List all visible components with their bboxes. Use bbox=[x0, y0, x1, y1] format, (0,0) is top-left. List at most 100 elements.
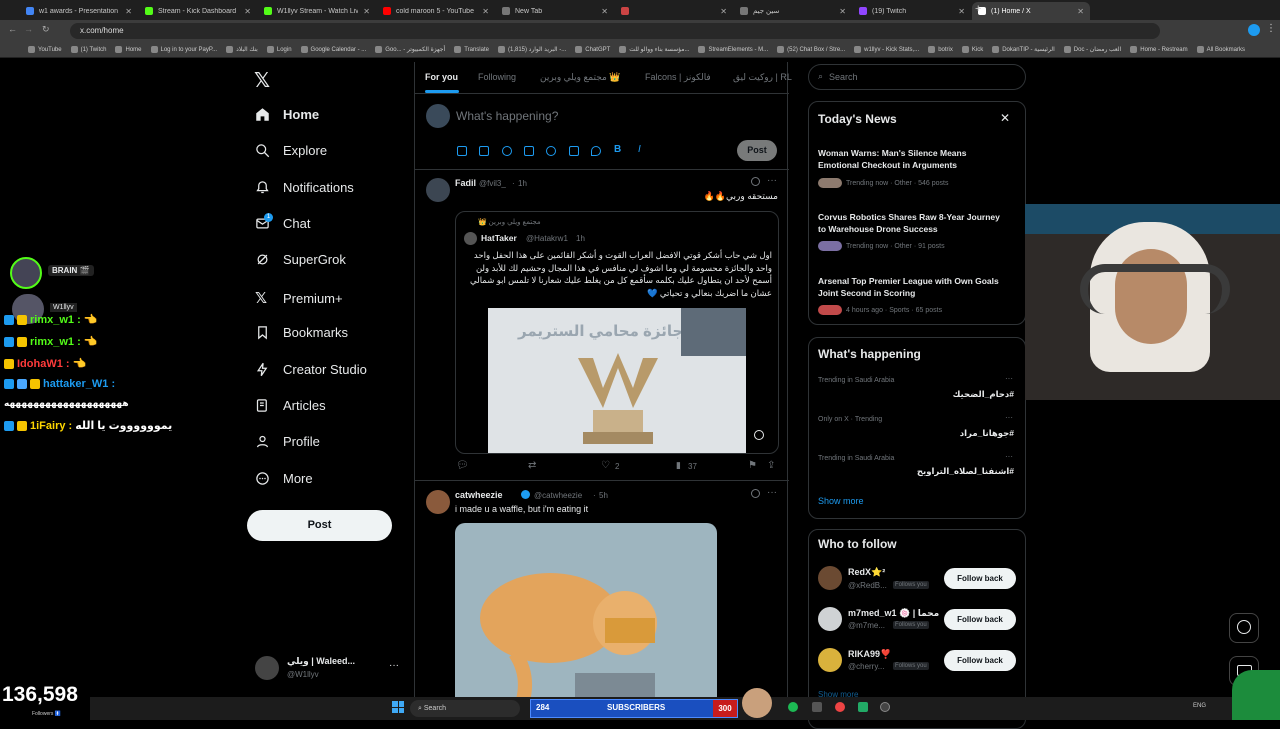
forward-icon[interactable]: → bbox=[24, 24, 33, 34]
browser-tab[interactable]: (19) Twitch ✕ bbox=[853, 2, 971, 20]
url-input[interactable]: x.com/home bbox=[70, 23, 1160, 39]
new-tab-icon[interactable]: + bbox=[975, 3, 981, 15]
close-tab-icon[interactable]: ✕ bbox=[363, 7, 370, 16]
tab-for-you[interactable]: For you bbox=[425, 72, 458, 82]
share-icon[interactable]: ⇪ bbox=[767, 460, 775, 471]
composer-post-button[interactable]: Post bbox=[737, 140, 777, 161]
bookmark-item[interactable]: Home bbox=[115, 46, 142, 53]
tweet-more-icon[interactable]: ··· bbox=[767, 487, 777, 498]
close-tab-icon[interactable]: ✕ bbox=[720, 7, 727, 16]
bookmark-item[interactable]: مؤسسة بناء ووالو للت... bbox=[619, 46, 689, 53]
trend-more-icon[interactable]: ··· bbox=[1005, 452, 1013, 461]
poll-icon[interactable] bbox=[524, 146, 534, 156]
bookmark-item[interactable]: Google Calendar - ... bbox=[300, 46, 366, 53]
bookmark-item[interactable]: Login bbox=[266, 46, 292, 53]
news-headline[interactable]: Corvus Robotics Shares Raw 8-Year Journe… bbox=[818, 211, 1008, 235]
bookmark-item[interactable]: Goo... - أجهزة الكمبيوتر bbox=[375, 46, 445, 53]
tweet-handle[interactable]: @catwheezie bbox=[534, 491, 582, 500]
browser-tab[interactable]: w1 awards - Presentation ✕ bbox=[20, 2, 138, 20]
trend-more-icon[interactable]: ··· bbox=[1005, 374, 1013, 383]
quote-image[interactable]: جائزة محامي الستريمر bbox=[488, 308, 746, 453]
spotify-icon[interactable] bbox=[788, 702, 798, 712]
nav-bookmarks[interactable]: Bookmarks bbox=[255, 325, 348, 340]
bold-icon[interactable]: B bbox=[614, 144, 621, 155]
follow-avatar[interactable] bbox=[818, 607, 842, 631]
bookmark-item[interactable]: Kick bbox=[961, 46, 983, 53]
follow-name[interactable]: RIKA99❣️ bbox=[848, 649, 891, 660]
close-tab-icon[interactable]: ✕ bbox=[958, 7, 965, 16]
close-tab-icon[interactable]: ✕ bbox=[125, 7, 132, 16]
nav-supergrok[interactable]: SuperGrok bbox=[255, 252, 346, 267]
bookmark-item[interactable]: DokanTIP - الرئيسية bbox=[992, 46, 1055, 53]
bookmark-item[interactable]: botrix bbox=[928, 46, 953, 53]
browser-tab[interactable]: سين جيم ✕ bbox=[734, 2, 852, 20]
tab-falcons[interactable]: Falcons | فالكونز bbox=[645, 72, 711, 83]
tweet-avatar[interactable] bbox=[426, 178, 450, 202]
bookmark-item[interactable]: YouTube bbox=[28, 46, 62, 53]
composer-input[interactable]: What's happening? bbox=[456, 109, 558, 123]
bookmark-item[interactable]: (1) Twitch bbox=[70, 46, 106, 53]
bookmark-item[interactable]: ChatGPT bbox=[575, 46, 610, 53]
trend-item[interactable]: #اشنفنا_لصلاه_التراويح bbox=[917, 466, 1014, 477]
like-icon[interactable]: ♡ bbox=[601, 460, 610, 471]
schedule-icon[interactable] bbox=[569, 146, 579, 156]
follow-name[interactable]: RedX⭐² bbox=[848, 567, 885, 578]
follow-back-button[interactable]: Follow back bbox=[944, 609, 1016, 630]
app-icon[interactable] bbox=[858, 702, 868, 712]
tweet-more-icon[interactable]: ··· bbox=[767, 175, 777, 186]
nav-articles[interactable]: Articles bbox=[255, 398, 326, 413]
browser-tab[interactable]: cold maroon 5 - YouTube ✕ bbox=[377, 2, 495, 20]
x-logo-icon[interactable]: 𝕏 bbox=[254, 68, 270, 93]
close-tab-icon[interactable]: ✕ bbox=[244, 7, 251, 16]
trend-item[interactable]: #دحام_الضحيك bbox=[953, 389, 1014, 400]
trend-more-icon[interactable]: ··· bbox=[1005, 413, 1013, 422]
app-icon[interactable] bbox=[880, 702, 890, 712]
reload-icon[interactable]: ↻ bbox=[42, 24, 50, 35]
italic-icon[interactable]: I bbox=[638, 144, 641, 155]
tweet-avatar[interactable] bbox=[426, 490, 450, 514]
bookmark-tweet-icon[interactable]: ⚑ bbox=[748, 460, 757, 471]
grok-tweet-icon[interactable] bbox=[751, 489, 760, 498]
close-tab-icon[interactable]: ✕ bbox=[482, 7, 489, 16]
browser-tab[interactable]: New Tab ✕ bbox=[496, 2, 614, 20]
browser-tab[interactable]: ✕ bbox=[615, 2, 733, 20]
reply-icon[interactable]: 💬︎ bbox=[456, 460, 469, 471]
account-more-icon[interactable]: ··· bbox=[389, 660, 399, 671]
nav-explore[interactable]: Explore bbox=[255, 143, 327, 158]
news-headline[interactable]: Woman Warns: Man's Silence Means Emotion… bbox=[818, 147, 1008, 171]
language-indicator[interactable]: ENG bbox=[1193, 703, 1206, 709]
tweet-author[interactable]: catwheezie bbox=[455, 490, 503, 500]
nav-more[interactable]: More bbox=[255, 471, 313, 486]
close-icon[interactable]: ✕ bbox=[1000, 111, 1010, 125]
search-box[interactable]: ⌕ Search bbox=[808, 64, 1026, 90]
search-input[interactable]: Search bbox=[829, 72, 858, 82]
close-tab-icon[interactable]: ✕ bbox=[1077, 7, 1084, 16]
follow-avatar[interactable] bbox=[818, 648, 842, 672]
news-headline[interactable]: Arsenal Top Premier League with Own Goal… bbox=[818, 275, 1008, 299]
bookmark-item[interactable]: Home - Restream bbox=[1130, 46, 1188, 53]
post-button[interactable]: Post bbox=[247, 510, 392, 541]
browser-tab[interactable]: (1) Home / X ✕ bbox=[972, 2, 1090, 20]
quote-author[interactable]: HatTaker bbox=[481, 233, 517, 243]
tweet-author[interactable]: Fadil bbox=[455, 178, 476, 188]
nav-creator-studio[interactable]: Creator Studio bbox=[255, 362, 367, 377]
tweet-handle[interactable]: @fvil3_ bbox=[479, 179, 506, 188]
grok-image-icon[interactable] bbox=[754, 430, 764, 440]
nav-premium[interactable]: 𝕏 Premium+ bbox=[255, 289, 343, 307]
bookmark-item[interactable]: Doc - العب رمضان bbox=[1063, 46, 1121, 53]
quote-tweet[interactable]: مجتمع ويلي وبرين 👑 HatTaker @Hatakrw1 1h… bbox=[455, 211, 779, 454]
grok-float-button[interactable] bbox=[1229, 613, 1259, 643]
bookmark-item[interactable]: Log in to your PayP... bbox=[150, 46, 217, 53]
tab-rocket-league[interactable]: روكيت ليق | RL bbox=[733, 72, 792, 83]
nav-profile[interactable]: Profile bbox=[255, 434, 320, 449]
tweet-time[interactable]: 5h bbox=[599, 491, 608, 500]
follow-back-button[interactable]: Follow back bbox=[944, 568, 1016, 589]
tweet-image[interactable] bbox=[455, 523, 717, 720]
grok-compose-icon[interactable] bbox=[502, 146, 512, 156]
media-icon[interactable] bbox=[457, 146, 467, 156]
emoji-icon[interactable] bbox=[546, 146, 556, 156]
bookmark-item[interactable]: w1llyv - Kick Stats,... bbox=[854, 46, 919, 53]
bookmark-item[interactable]: All Bookmarks bbox=[1196, 46, 1245, 53]
nav-home[interactable]: Home bbox=[255, 107, 319, 122]
bookmark-item[interactable]: StreamElements - M... bbox=[698, 46, 768, 53]
